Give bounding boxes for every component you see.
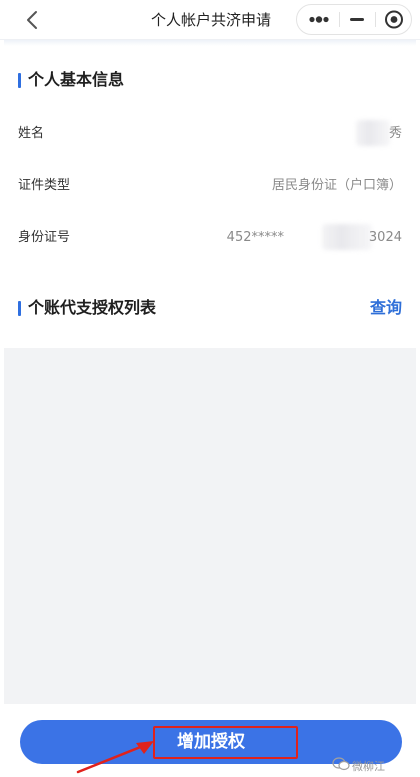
watermark-text: 微柳江	[352, 760, 385, 773]
nav-bar: 个人帐户共济申请	[0, 0, 420, 40]
wechat-channel-icon	[332, 757, 350, 771]
back-button[interactable]	[22, 9, 44, 31]
close-button[interactable]	[377, 5, 411, 34]
frame-right	[416, 0, 420, 777]
redacted-blur	[322, 224, 372, 250]
basic-info-title: 个人基本信息	[28, 70, 125, 89]
id-type-label: 证件类型	[18, 178, 71, 193]
id-number-suffix: 3024	[368, 230, 402, 245]
page-title: 个人帐户共济申请	[150, 11, 271, 29]
capsule-divider	[339, 12, 340, 27]
target-close-icon	[385, 10, 403, 29]
auth-list-title: 个账代支授权列表	[28, 298, 157, 317]
auth-list-panel	[4, 348, 416, 704]
name-label: 姓名	[18, 126, 45, 141]
mini-program-capsule	[296, 4, 412, 35]
id-number-prefix: 452*****	[226, 230, 284, 245]
red-arrow-annotation	[76, 741, 154, 774]
query-link[interactable]: 查询	[370, 298, 402, 318]
chevron-left-icon	[27, 11, 37, 29]
id-number-label: 身份证号	[18, 230, 71, 245]
highlight-box	[153, 726, 298, 759]
more-button[interactable]	[301, 5, 337, 34]
section-accent-bar	[18, 301, 21, 316]
capsule-divider	[375, 12, 376, 27]
minimize-button[interactable]	[341, 5, 373, 34]
nav-shadow	[4, 40, 416, 46]
more-dots-icon	[309, 16, 329, 23]
redacted-blur	[356, 120, 390, 146]
minimize-icon	[350, 18, 364, 21]
name-value: 秀	[388, 126, 402, 141]
section-accent-bar	[18, 73, 21, 88]
id-type-value: 居民身份证（户口簿）	[271, 178, 402, 193]
